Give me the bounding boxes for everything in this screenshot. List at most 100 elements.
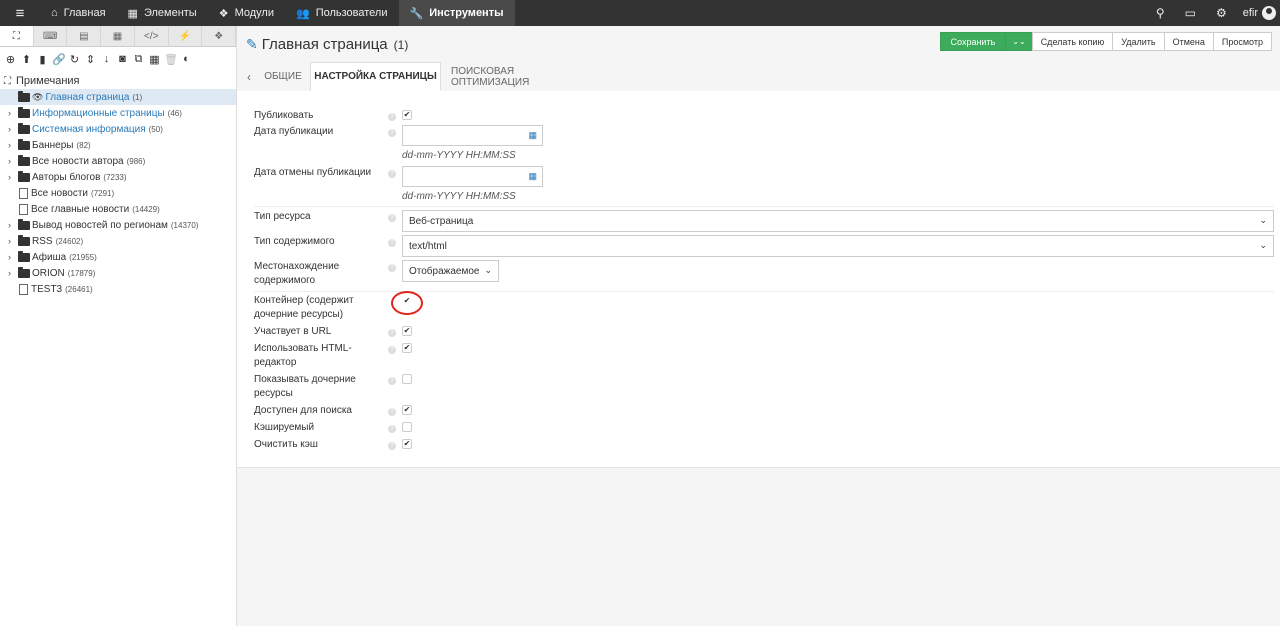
published-checkbox[interactable]: ✔ [402, 110, 412, 120]
tree-item[interactable]: TEST3 (26461) [0, 281, 236, 297]
chevron-right-icon[interactable]: › [8, 252, 18, 262]
tree-item[interactable]: › RSS (24602) [0, 233, 236, 249]
chevron-right-icon[interactable]: › [8, 172, 18, 182]
tree-item[interactable]: › ORION (17879) [0, 265, 236, 281]
sitemap-icon[interactable]: ⛶ [0, 26, 34, 46]
tree-item[interactable]: › Вывод новостей по регионам (14370) [0, 217, 236, 233]
chevron-right-icon[interactable]: › [8, 124, 18, 134]
duplicate-button[interactable]: Сделать копию [1031, 32, 1114, 51]
tree-item-count: (1) [132, 92, 143, 102]
trash-icon[interactable]: 🗑 [164, 53, 178, 66]
preview-button[interactable]: Просмотр [1212, 32, 1272, 51]
search-icon[interactable]: ⚲ [1146, 6, 1175, 20]
help-icon[interactable]: ? [388, 129, 396, 137]
tree-item[interactable]: › Афиша (21955) [0, 249, 236, 265]
tree-item[interactable]: Все главные новости (14429) [0, 201, 236, 217]
tree-item[interactable]: › Все новости автора (986) [0, 153, 236, 169]
cancel-button[interactable]: Отмена [1163, 32, 1214, 51]
nav-users[interactable]: 👥 Пользователи [285, 0, 399, 26]
username[interactable]: efir [1237, 7, 1262, 19]
tree-item[interactable]: › Авторы блогов (7233) [0, 169, 236, 185]
cacheable-checkbox[interactable] [402, 422, 412, 432]
tree-item-label: Все новости [31, 187, 89, 199]
hamburger-icon: ≡ [15, 4, 25, 22]
nav-tools[interactable]: 🔧 Инструменты [398, 0, 515, 26]
help-icon[interactable]: ? [388, 214, 396, 222]
chevron-right-icon[interactable]: › [8, 268, 18, 278]
help-icon[interactable]: ? [388, 264, 396, 272]
camera-icon[interactable]: ◙ [116, 53, 129, 65]
chevron-right-icon[interactable]: › [8, 220, 18, 230]
grid-icon[interactable]: ▦ [148, 53, 161, 66]
chevron-right-icon[interactable]: › [8, 140, 18, 150]
clear-cache-checkbox[interactable]: ✔ [402, 439, 412, 449]
tree-root[interactable]: ⛶ Примечания [0, 73, 236, 89]
upload-icon[interactable]: ⬆ [20, 53, 33, 66]
link-icon[interactable]: 🔗 [52, 53, 66, 66]
pub-date-input[interactable]: ▦ [402, 125, 543, 146]
code-icon[interactable]: </> [135, 26, 169, 46]
content-type-select[interactable]: text/html ⌄ [402, 235, 1274, 257]
chevron-left-icon: ‹ [247, 69, 251, 84]
avatar[interactable] [1262, 6, 1276, 20]
unpub-date-input[interactable]: ▦ [402, 166, 543, 187]
save-dropdown-button[interactable]: ⌄⌄ [1005, 32, 1033, 51]
folder-icon [18, 90, 30, 102]
tab-page-settings[interactable]: НАСТРОЙКА СТРАНИЦЫ [310, 62, 441, 91]
tree-item[interactable]: › Информационные страницы (46) [0, 105, 236, 121]
chevron-right-icon[interactable]: › [8, 236, 18, 246]
help-icon[interactable]: ? [388, 377, 396, 385]
content-disposition-select[interactable]: Отображаемое ⌄ [402, 260, 499, 282]
resource-type-select[interactable]: Веб-страница ⌄ [402, 210, 1274, 232]
chevron-right-icon[interactable]: › [8, 156, 18, 166]
tree-item[interactable]: Все новости (7291) [0, 185, 236, 201]
help-icon[interactable]: ? [388, 329, 396, 337]
show-children-checkbox[interactable] [402, 374, 412, 384]
tree-item-label: Вывод новостей по регионам [32, 219, 168, 231]
help-icon[interactable]: ? [388, 425, 396, 433]
tab-general[interactable]: ОБЩИЕ [259, 62, 307, 91]
keyboard-icon[interactable]: ⌨ [34, 26, 68, 46]
tree-item-count: (46) [167, 108, 182, 118]
help-icon[interactable]: ? [388, 239, 396, 247]
hamburger-menu-button[interactable]: ≡ [0, 0, 40, 26]
help-icon[interactable]: ? [388, 408, 396, 416]
chevron-right-icon[interactable]: › [8, 108, 18, 118]
file-icon[interactable]: ▮ [36, 53, 49, 66]
delete-button[interactable]: Удалить [1112, 32, 1165, 51]
tree-item-label: Системная информация [32, 123, 146, 135]
contrast-icon[interactable]: ◐ [180, 53, 193, 65]
nav-elements[interactable]: ▦ Элементы [117, 0, 208, 26]
table-icon[interactable]: ▤ [67, 26, 102, 46]
copy-icon[interactable]: ⧉ [132, 53, 145, 66]
plug-icon[interactable]: ⚡ [169, 26, 203, 46]
unpub-date-label: Дата отмены публикации [254, 167, 372, 178]
nav-modules[interactable]: ❖ Модули [208, 0, 285, 26]
help-icon[interactable]: ? [388, 170, 396, 178]
resource-type-label: Тип ресурса [254, 211, 311, 222]
eye-icon: 👁 [32, 91, 44, 102]
help-icon[interactable]: ? [388, 113, 396, 121]
tree-item[interactable]: 👁 Главная страница (1) [0, 89, 236, 105]
refresh-icon[interactable]: ↻ [68, 53, 81, 66]
sort-icon[interactable]: ⇕ [84, 53, 97, 66]
save-button[interactable]: Сохранить [939, 32, 1007, 51]
tree-item[interactable]: › Системная информация (50) [0, 121, 236, 137]
richtext-checkbox[interactable]: ✔ [402, 343, 412, 353]
calendar-icon[interactable]: ▦ [528, 171, 537, 182]
calendar-icon[interactable]: ▦ [528, 130, 537, 141]
sort-num-icon[interactable]: ↓ [100, 53, 113, 65]
help-icon[interactable]: ? [388, 346, 396, 354]
new-icon[interactable]: ⊕ [4, 53, 17, 66]
grid-icon[interactable]: ▦ [101, 26, 135, 46]
gears-icon[interactable]: ⚙ [1206, 6, 1237, 20]
nav-home[interactable]: ⌂ Главная [40, 0, 117, 26]
help-icon[interactable]: ? [388, 442, 396, 450]
tab-seo[interactable]: ПОИСКОВАЯ ОПТИМИЗАЦИЯ [451, 62, 591, 91]
monitor-icon[interactable]: ▭ [1175, 6, 1206, 20]
tabs-back-button[interactable]: ‹ [242, 62, 256, 91]
tree-item[interactable]: › Баннеры (82) [0, 137, 236, 153]
searchable-checkbox[interactable]: ✔ [402, 405, 412, 415]
uri-checkbox[interactable]: ✔ [402, 326, 412, 336]
cubes-icon[interactable]: ❖ [202, 26, 237, 46]
